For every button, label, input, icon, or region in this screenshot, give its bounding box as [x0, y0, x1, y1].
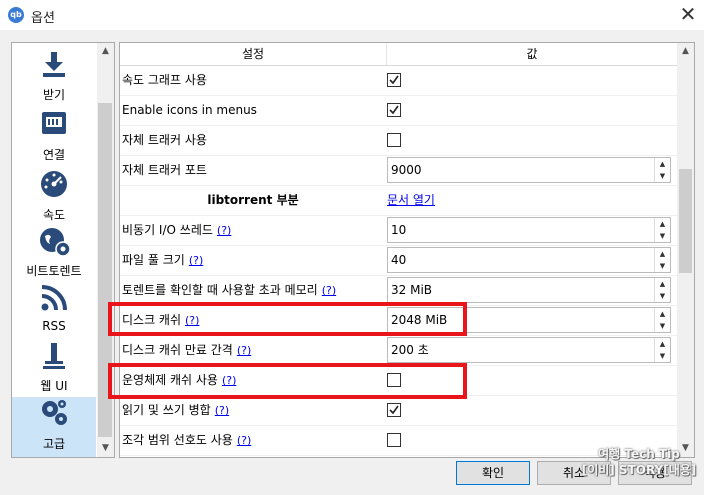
- checkbox[interactable]: [387, 133, 401, 147]
- spin-up-icon[interactable]: ▲: [655, 158, 670, 170]
- table-row: 파일 풀 크기 (?) 40 ▲ ▼: [120, 245, 677, 276]
- spin-up-icon[interactable]: ▲: [655, 338, 670, 350]
- setting-label: 파일 풀 크기 (?): [122, 253, 204, 267]
- spin-up-icon[interactable]: ▲: [655, 248, 670, 260]
- scroll-up-arrow-icon[interactable]: ▲: [677, 43, 694, 60]
- checkbox[interactable]: [387, 73, 401, 87]
- column-header-value[interactable]: 값: [387, 43, 677, 65]
- download-icon: [43, 52, 65, 77]
- spinbox-input[interactable]: 10 ▲ ▼: [387, 217, 671, 243]
- table-row: 자체 트래커 사용: [120, 125, 677, 156]
- checkbox[interactable]: [387, 103, 401, 117]
- sidebar-item-rss[interactable]: RSS: [12, 283, 96, 341]
- sidebar-item-connection[interactable]: 연결: [12, 109, 96, 167]
- spinbox-input[interactable]: 40 ▲ ▼: [387, 247, 671, 273]
- check-icon: [389, 105, 399, 115]
- help-link[interactable]: (?): [322, 284, 336, 297]
- setting-label: 읽기 및 쓰기 병합 (?): [122, 403, 230, 417]
- open-docs-link[interactable]: 문서 열기: [387, 185, 435, 215]
- spin-down-icon[interactable]: ▼: [655, 170, 670, 182]
- scroll-down-arrow-icon[interactable]: ▼: [97, 440, 114, 457]
- setting-label: 자체 트래커 포트: [122, 163, 207, 177]
- checkbox[interactable]: [387, 403, 401, 417]
- table-row: 디스크 캐쉬 만료 간격 (?) 200 초 ▲ ▼: [120, 335, 677, 366]
- sidebar-item-advanced[interactable]: 고급: [12, 397, 96, 457]
- setting-label: 디스크 캐쉬 만료 간격 (?): [122, 343, 252, 357]
- sidebar-item-speed[interactable]: 속도: [12, 169, 96, 227]
- sidebar-item-label: RSS: [42, 319, 66, 333]
- help-link[interactable]: (?): [215, 404, 229, 417]
- spin-down-icon[interactable]: ▼: [655, 350, 670, 362]
- sidebar-item-bittorrent[interactable]: 비트토렌트: [12, 227, 96, 285]
- spin-down-icon[interactable]: ▼: [655, 260, 670, 272]
- spin-down-icon[interactable]: ▼: [655, 230, 670, 242]
- sidebar-item-label: 비트토렌트: [26, 264, 82, 278]
- spin-up-icon[interactable]: ▲: [655, 218, 670, 230]
- spinbox-input[interactable]: 32 MiB ▲ ▼: [387, 277, 671, 303]
- spinbox-input[interactable]: 200 초 ▲ ▼: [387, 337, 671, 363]
- sidebar-item-label: 웹 UI: [40, 379, 68, 393]
- setting-label: 토렌트를 확인할 때 사용할 초과 메모리 (?): [122, 283, 337, 297]
- table-row: 읽기 및 쓰기 병합 (?): [120, 395, 677, 426]
- sidebar-item-label: 속도: [42, 208, 66, 222]
- sidebar-item-label: 고급: [42, 437, 66, 451]
- table-row: 속도 그래프 사용: [120, 65, 677, 96]
- help-link[interactable]: (?): [217, 224, 231, 237]
- highlight-box-disk-cache: [108, 302, 467, 336]
- table-row: Enable icons in menus: [120, 95, 677, 126]
- close-button[interactable]: ✕: [676, 2, 700, 26]
- webui-icon: [43, 343, 65, 369]
- sidebar-item-label: 받기: [42, 88, 66, 102]
- setting-label: 비동기 I/O 쓰레드 (?): [122, 223, 232, 237]
- section-label: libtorrent 부분: [207, 193, 299, 207]
- setting-label: 속도 그래프 사용: [122, 73, 207, 87]
- setting-label: 조각 범위 선호도 사용 (?): [122, 433, 252, 447]
- sidebar-item-downloads[interactable]: 받기: [12, 49, 96, 107]
- spin-down-icon[interactable]: ▼: [655, 290, 670, 302]
- globe-gear-icon: [40, 228, 71, 257]
- help-link[interactable]: (?): [237, 344, 251, 357]
- table-header: 설정 값: [120, 43, 677, 66]
- table-row: 자체 트래커 포트 9000 ▲ ▼: [120, 155, 677, 186]
- column-header-setting[interactable]: 설정: [120, 43, 387, 65]
- spin-up-icon[interactable]: ▲: [655, 308, 670, 320]
- spin-up-icon[interactable]: ▲: [655, 278, 670, 290]
- help-link[interactable]: (?): [237, 434, 251, 447]
- sidebar-item-label: 연결: [42, 148, 66, 162]
- setting-label: 자체 트래커 사용: [122, 133, 207, 147]
- table-scroll-thumb[interactable]: [679, 169, 692, 273]
- speedometer-icon: [41, 171, 67, 197]
- highlight-box-os-cache: [108, 363, 467, 399]
- setting-label: Enable icons in menus: [122, 103, 257, 117]
- table-row: libtorrent 부분 문서 열기: [120, 185, 677, 216]
- qbittorrent-app-icon: qb: [8, 7, 24, 23]
- checkbox[interactable]: [387, 433, 401, 447]
- window-title: 옵션: [31, 11, 55, 26]
- table-row: 비동기 I/O 쓰레드 (?) 10 ▲ ▼: [120, 215, 677, 246]
- rss-icon: [41, 285, 67, 311]
- network-icon: [42, 112, 66, 134]
- scroll-up-arrow-icon[interactable]: ▲: [97, 43, 114, 60]
- check-icon: [389, 75, 399, 85]
- watermark: 여행 Tech Tip [이비] STORY[내용]: [581, 447, 697, 477]
- help-link[interactable]: (?): [189, 254, 203, 267]
- title-bar: qb 옵션 ✕: [0, 0, 704, 30]
- check-icon: [389, 405, 399, 415]
- spinbox-input[interactable]: 9000 ▲ ▼: [387, 157, 671, 183]
- ok-button[interactable]: 확인: [456, 461, 530, 485]
- sidebar-item-webui[interactable]: 웹 UI: [12, 341, 96, 399]
- gears-icon: [42, 400, 67, 425]
- spin-down-icon[interactable]: ▼: [655, 320, 670, 332]
- options-sidebar: 받기 연결 속도 비트토렌트 RSS 웹 UI 고급 ▲ ▼: [11, 42, 115, 458]
